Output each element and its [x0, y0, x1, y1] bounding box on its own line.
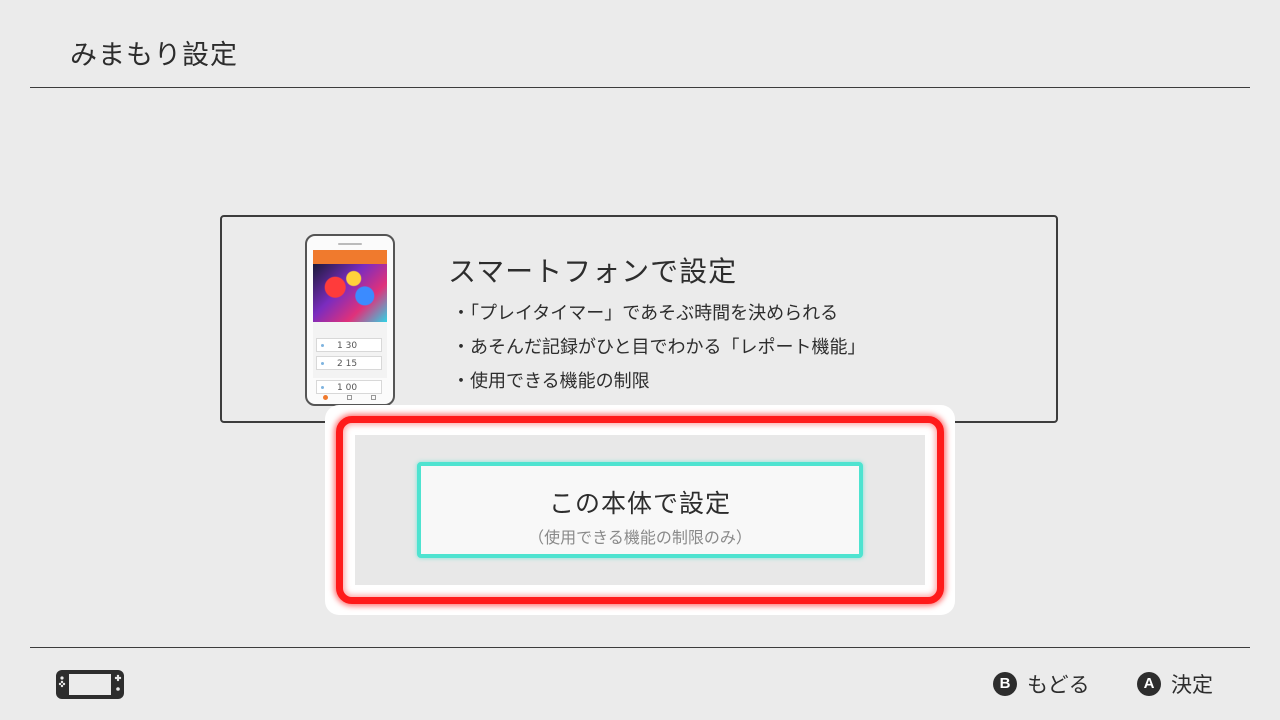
smartphone-option-title: スマートフォンで設定	[448, 255, 738, 288]
a-button-icon: A	[1137, 672, 1161, 696]
header-divider	[30, 87, 1250, 88]
confirm-label: 決定	[1171, 673, 1213, 697]
page-title: みまもり設定	[70, 40, 238, 71]
feature-item: ・あそんだ記録がひと目でわかる「レポート機能」	[452, 337, 866, 358]
phone-row-1: 1 30	[337, 341, 358, 351]
feature-item: ・「プレイタイマー」であそぶ時間を決められる	[452, 303, 839, 324]
smartphone-setup-option[interactable]: 1 30 2 15 1 00 スマートフォンで設定 ・「プレイタイマー」であそぶ…	[220, 215, 1058, 423]
game-art-image	[313, 264, 387, 322]
footer-divider	[30, 647, 1250, 648]
device-option-title: この本体で設定	[548, 489, 731, 518]
confirm-button[interactable]: A 決定	[1137, 670, 1213, 698]
smartphone-feature-list: ・「プレイタイマー」であそぶ時間を決められる ・あそんだ記録がひと目でわかる「レ…	[452, 303, 865, 405]
back-label: もどる	[1027, 673, 1090, 697]
back-button[interactable]: B もどる	[993, 670, 1090, 698]
handheld-console-icon	[56, 670, 124, 699]
phone-row-2: 2 15	[337, 359, 358, 369]
smartphone-illustration-icon: 1 30 2 15 1 00	[305, 234, 395, 406]
device-option-subtitle: （使用できる機能の制限のみ）	[528, 528, 752, 547]
b-button-icon: B	[993, 672, 1017, 696]
device-setup-button[interactable]: この本体で設定 （使用できる機能の制限のみ）	[417, 462, 863, 558]
feature-item: ・使用できる機能の制限	[452, 371, 650, 392]
